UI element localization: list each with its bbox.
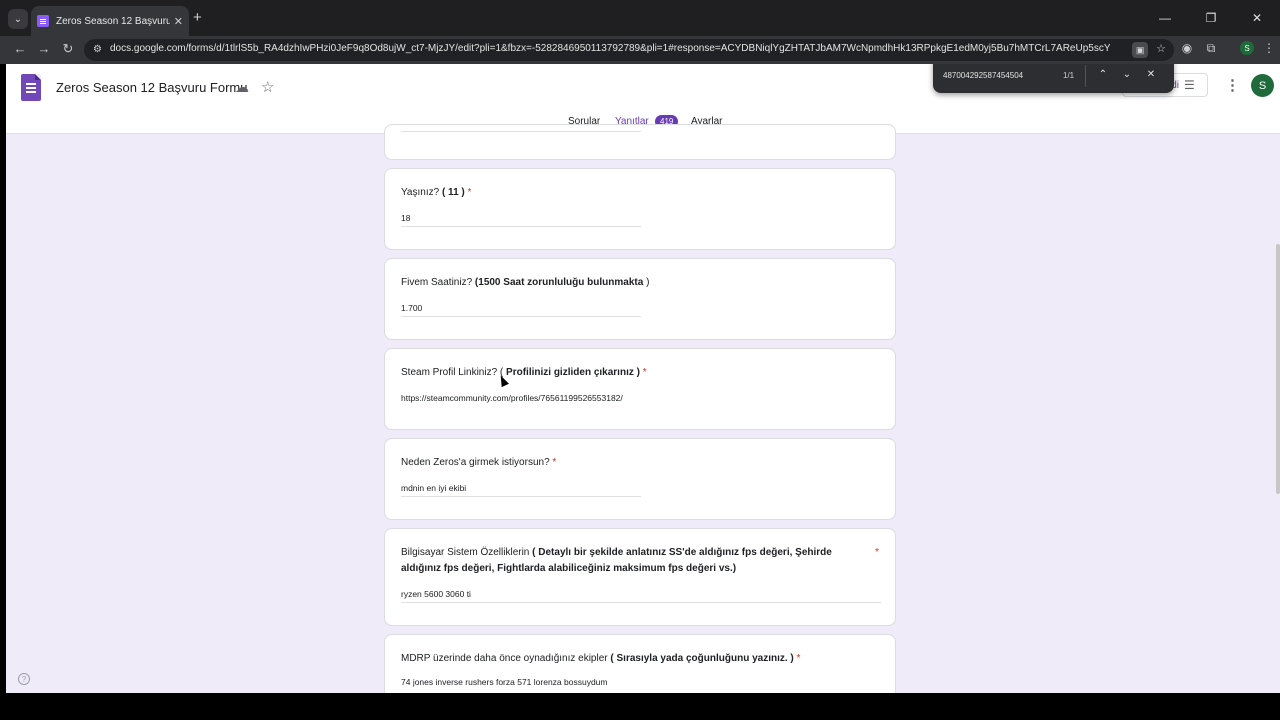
question-title: Fivem Saatiniz? (1500 Saat zorunluluğu b… (401, 277, 650, 288)
google-forms-logo-icon[interactable] (21, 74, 41, 101)
site-info-icon[interactable]: ⚙ (93, 44, 105, 56)
page-viewport: Zeros Season 12 Başvuru Formu ☁ ☆ di ☰ ⋮… (6, 64, 1280, 693)
scrollbar[interactable] (1276, 134, 1280, 693)
find-previous-icon[interactable]: ⌃ (1096, 69, 1110, 80)
question-title: Yaşınız? ( 11 ) * (401, 187, 472, 198)
question-title: Bilgisayar Sistem Özelliklerin ( Detaylı… (401, 547, 832, 574)
browser-tab-title: Zeros Season 12 Başvuru Formu (56, 15, 170, 27)
browser-tab-active[interactable]: Zeros Season 12 Başvuru Formu ✕ (31, 6, 189, 36)
more-options-icon[interactable]: ⋮ (1225, 76, 1240, 94)
extensions-puzzle-icon[interactable]: ⧉ (1202, 41, 1220, 59)
google-forms-favicon-icon (37, 15, 49, 27)
back-icon[interactable]: ← (11, 41, 29, 56)
question-title: MDRP üzerinde daha önce oynadığınız ekip… (401, 653, 801, 664)
new-tab-button[interactable]: + (193, 10, 202, 26)
question-card: Neden Zeros'a girmek istiyorsun? * mdnin… (384, 438, 896, 520)
response-cards: Yaşınız? ( 11 ) * 18 Fivem Saatiniz? (15… (6, 124, 1280, 693)
address-bar-actions: ▣ ☆ (1132, 42, 1166, 58)
forward-icon[interactable]: → (35, 41, 53, 56)
extension-icon[interactable]: ◉ (1178, 41, 1196, 59)
question-title: Steam Profil Linkiniz? ( Profilinizi giz… (401, 367, 647, 378)
find-close-icon[interactable]: ✕ (1144, 69, 1158, 80)
required-asterisk: * (875, 547, 879, 558)
minimize-icon[interactable]: — (1142, 0, 1188, 36)
answer-underline (401, 131, 641, 132)
scrollbar-thumb[interactable] (1276, 244, 1280, 494)
close-window-icon[interactable]: ✕ (1234, 0, 1280, 36)
find-in-page-bar: 487004292587454504 1/1 ⌃ ⌄ ✕ (933, 64, 1174, 93)
question-card: Yaşınız? ( 11 ) * 18 (384, 168, 896, 250)
answer-text: mdnin en iyi ekibi (401, 483, 641, 497)
star-icon[interactable]: ☆ (261, 78, 274, 96)
find-match-count: 1/1 (1063, 71, 1075, 80)
move-to-folder-icon[interactable]: ☁ (235, 79, 249, 96)
bookmark-star-icon[interactable]: ☆ (1156, 42, 1166, 58)
answer-text: ryzen 5600 3060 ti (401, 589, 881, 603)
question-card: Steam Profil Linkiniz? ( Profilinizi giz… (384, 348, 896, 430)
browser-toolbar: ← → ↻ ⚙ docs.google.com/forms/d/1tlrlS5b… (0, 36, 1280, 64)
page-action-icon[interactable]: ▣ (1132, 42, 1149, 58)
customize-theme-icon[interactable]: ☰ (1184, 78, 1195, 92)
answer-text: 18 (401, 213, 641, 227)
answer-text: https://steamcommunity.com/profiles/7656… (401, 393, 623, 403)
address-url[interactable]: docs.google.com/forms/d/1tlrlS5b_RA4dzhI… (110, 43, 1110, 54)
question-card: Fivem Saatiniz? (1500 Saat zorunluluğu b… (384, 258, 896, 340)
answer-text: 1.700 (401, 303, 641, 317)
restore-icon[interactable]: ❐ (1188, 0, 1234, 36)
find-divider (1085, 65, 1086, 87)
reload-icon[interactable]: ↻ (59, 41, 77, 57)
question-card: MDRP üzerinde daha önce oynadığınız ekip… (384, 634, 896, 693)
form-title[interactable]: Zeros Season 12 Başvuru Formu (56, 80, 247, 95)
account-avatar[interactable]: S (1251, 74, 1274, 97)
close-tab-icon[interactable]: ✕ (174, 15, 183, 28)
help-icon[interactable]: ? (18, 673, 30, 685)
window-controls: — ❐ ✕ (1142, 0, 1280, 36)
find-query-input[interactable]: 487004292587454504 (943, 71, 1023, 80)
browser-tabstrip: ⌄ Zeros Season 12 Başvuru Formu ✕ + — ❐ … (0, 0, 1280, 36)
screen-bottom-bar (0, 693, 1280, 720)
question-card-partial (384, 124, 896, 160)
question-card: Bilgisayar Sistem Özelliklerin ( Detaylı… (384, 528, 896, 626)
question-title: Neden Zeros'a girmek istiyorsun? * (401, 457, 557, 468)
tab-search-icon[interactable]: ⌄ (8, 9, 28, 29)
find-next-icon[interactable]: ⌄ (1120, 69, 1134, 80)
browser-menu-icon[interactable]: ⋮ (1260, 41, 1278, 59)
browser-profile-avatar[interactable]: S (1240, 41, 1254, 55)
address-bar[interactable]: ⚙ docs.google.com/forms/d/1tlrlS5b_RA4dz… (84, 39, 1174, 61)
answer-text: 74 jones inverse rushers forza 571 loren… (401, 677, 608, 687)
